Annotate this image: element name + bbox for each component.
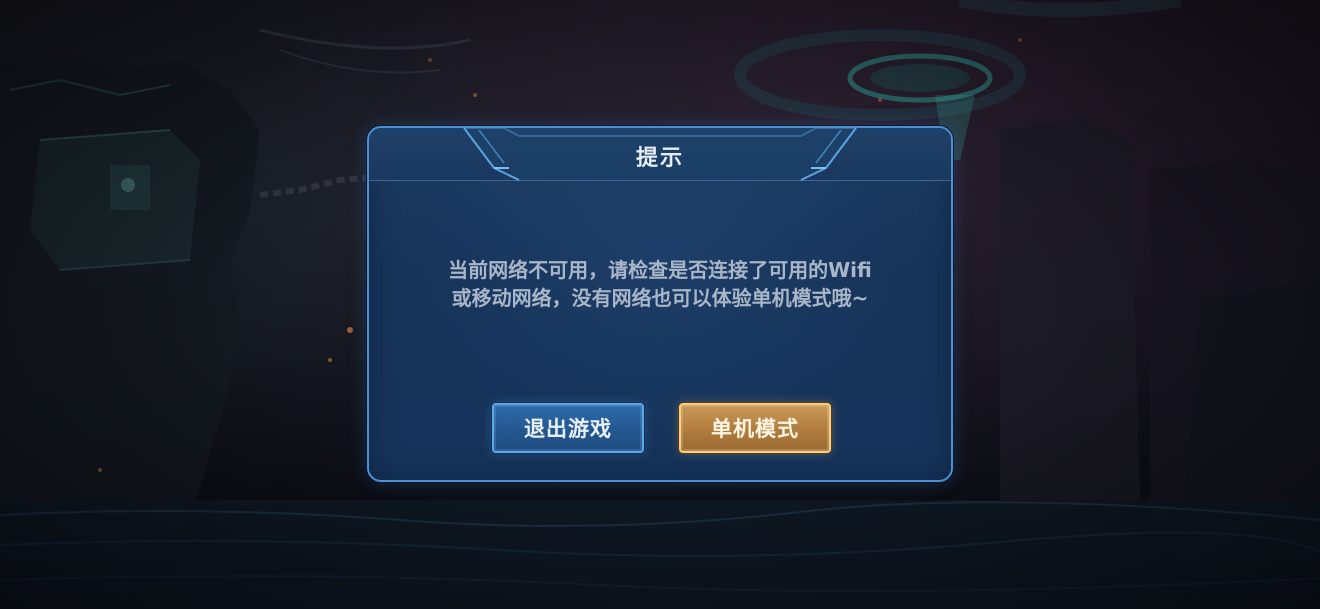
dialog-message: 当前网络不可用，请检查是否连接了可用的Wifi 或移动网络，没有网络也可以体验单…: [399, 256, 921, 312]
message-line-1: 当前网络不可用，请检查是否连接了可用的Wifi: [448, 258, 872, 282]
single-player-mode-button-label: 单机模式: [711, 417, 799, 441]
exit-game-button-label: 退出游戏: [524, 417, 612, 441]
exit-game-button[interactable]: 退出游戏: [492, 403, 644, 453]
network-alert-dialog: 提示 当前网络不可用，请检查是否连接了可用的Wifi 或移动网络，没有网络也可以…: [367, 126, 953, 482]
single-player-mode-button[interactable]: 单机模式: [679, 403, 831, 453]
dialog-header: 提示: [369, 128, 951, 181]
game-screen: 提示 当前网络不可用，请检查是否连接了可用的Wifi 或移动网络，没有网络也可以…: [0, 0, 1320, 609]
dialog-title: 提示: [635, 146, 684, 171]
message-line-2: 或移动网络，没有网络也可以体验单机模式哦~: [451, 286, 869, 310]
